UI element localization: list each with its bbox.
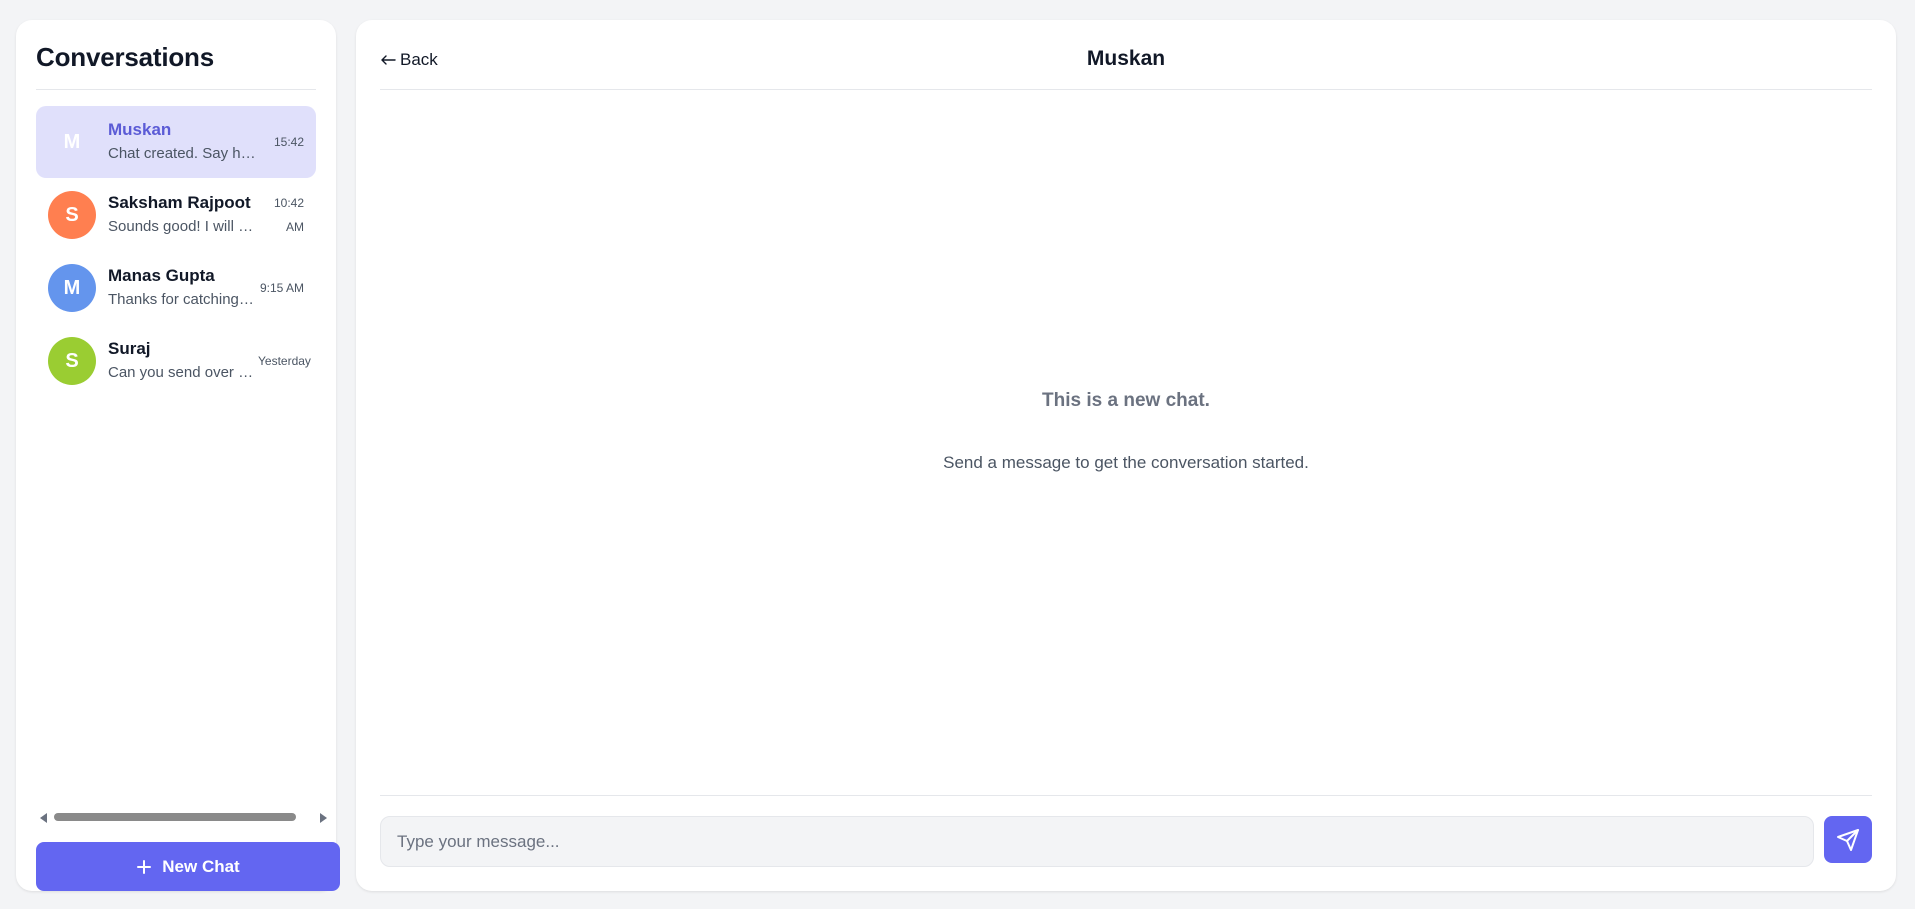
- new-chat-button[interactable]: New Chat: [36, 842, 340, 891]
- scroll-left-arrow-icon[interactable]: [40, 813, 47, 823]
- conversation-name: Suraj: [108, 339, 151, 358]
- conversation-preview: Sounds good! I will check it: [108, 218, 256, 235]
- sidebar-divider: [36, 89, 316, 90]
- send-button[interactable]: [1824, 816, 1872, 863]
- send-icon: [1837, 828, 1859, 851]
- avatar: M: [48, 264, 96, 312]
- empty-state-title: This is a new chat.: [1042, 390, 1210, 411]
- conversation-preview: Chat created. Say hello!: [108, 145, 256, 162]
- conversation-item-suraj[interactable]: S Suraj Can you send over the file Yeste…: [36, 325, 316, 397]
- message-input[interactable]: [380, 816, 1814, 867]
- conversation-preview: Thanks for catching up: [108, 291, 256, 308]
- avatar-initial: S: [65, 349, 79, 372]
- empty-state-subtitle: Send a message to get the conversation s…: [943, 453, 1309, 472]
- avatar-initial: M: [63, 276, 81, 299]
- conversation-time: 9:15 AM: [259, 281, 304, 295]
- conversation-item-muskan[interactable]: M Muskan Chat created. Say hello! 15:42: [36, 106, 316, 178]
- conversation-preview: Can you send over the file: [108, 364, 256, 381]
- scrollbar-thumb[interactable]: [54, 813, 296, 821]
- avatar: M: [48, 118, 96, 166]
- conversation-name: Saksham Rajpoot: [108, 193, 251, 212]
- chat-title: Muskan: [1086, 47, 1166, 70]
- composer-divider: [380, 795, 1872, 796]
- conversation-name: Muskan: [108, 120, 172, 139]
- chat-panel: Back Muskan This is a new chat. Send a m…: [356, 20, 1896, 891]
- plus-icon: [137, 859, 152, 874]
- conversation-item-saksham-rajpoot[interactable]: S Saksham Rajpoot Sounds good! I will ch…: [36, 179, 316, 251]
- avatar: S: [48, 191, 96, 239]
- conversation-name: Manas Gupta: [108, 266, 215, 285]
- avatar-initial: M: [63, 130, 81, 153]
- header-divider: [380, 89, 1872, 90]
- conversations-sidebar: Conversations M Muskan Chat created. Say…: [16, 20, 340, 891]
- conversation-item-manas-gupta[interactable]: M Manas Gupta Thanks for catching up 9:1…: [36, 252, 316, 324]
- conversation-time: 15:42: [273, 135, 304, 149]
- avatar: S: [48, 337, 96, 385]
- conversation-time: Yesterday: [258, 354, 311, 368]
- horizontal-scrollbar[interactable]: [36, 810, 330, 824]
- scroll-right-arrow-icon[interactable]: [320, 813, 327, 823]
- conversation-list: M Muskan Chat created. Say hello! 15:42 …: [36, 106, 316, 398]
- avatar-initial: S: [65, 203, 79, 226]
- sidebar-title: Conversations: [36, 42, 215, 72]
- conversation-time: 10:42 AM: [273, 196, 304, 234]
- new-chat-label: New Chat: [162, 856, 240, 876]
